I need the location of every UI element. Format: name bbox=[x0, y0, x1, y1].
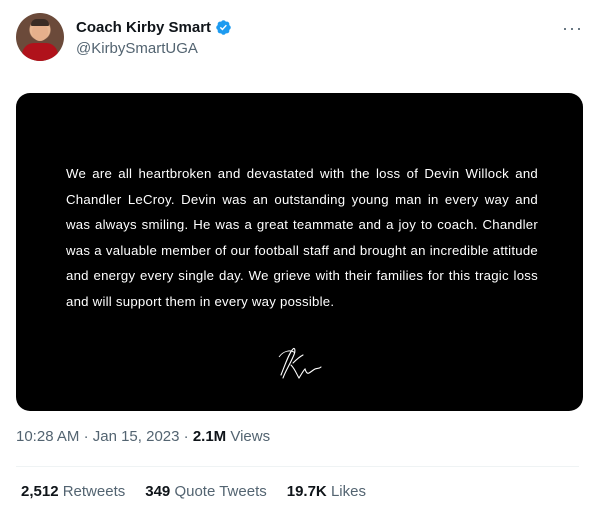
statement-text: We are all heartbroken and devastated wi… bbox=[66, 166, 538, 309]
quotes-count: 349 bbox=[145, 483, 171, 500]
verified-badge-icon bbox=[216, 20, 231, 35]
quotes-label: Quote Tweets bbox=[174, 483, 267, 500]
tweet-date[interactable]: Jan 15, 2023 bbox=[93, 428, 180, 445]
views-count: 2.1M bbox=[192, 428, 227, 445]
quotes-stat[interactable]: 349 Quote Tweets bbox=[145, 483, 266, 500]
views-label: Views bbox=[230, 428, 271, 445]
retweets-count: 2,512 bbox=[21, 483, 59, 500]
avatar-shirt bbox=[22, 43, 58, 61]
meta-separator: · bbox=[83, 428, 89, 445]
retweets-label: Retweets bbox=[62, 483, 126, 500]
divider bbox=[16, 466, 579, 467]
avatar-hair bbox=[31, 19, 49, 26]
author-block: Coach Kirby Smart @KirbySmartUGA bbox=[76, 18, 232, 58]
handle[interactable]: @KirbySmartUGA bbox=[76, 39, 232, 58]
likes-label: Likes bbox=[330, 483, 366, 500]
signature-icon bbox=[278, 347, 322, 379]
likes-stat[interactable]: 19.7K Likes bbox=[287, 483, 366, 500]
tweet-meta: 10:28 AM · Jan 15, 2023 · 2.1M Views bbox=[16, 428, 270, 445]
likes-count: 19.7K bbox=[286, 483, 327, 500]
more-options-icon[interactable]: ··· bbox=[562, 18, 583, 39]
retweets-stat[interactable]: 2,512 Retweets bbox=[21, 483, 125, 500]
tweet-time[interactable]: 10:28 AM bbox=[16, 428, 79, 445]
statement-image[interactable]: We are all heartbroken and devastated wi… bbox=[16, 93, 583, 411]
display-name[interactable]: Coach Kirby Smart bbox=[76, 18, 211, 37]
avatar[interactable] bbox=[16, 13, 64, 61]
meta-separator-2: · bbox=[183, 428, 189, 445]
tweet-header: Coach Kirby Smart @KirbySmartUGA ··· bbox=[16, 12, 583, 64]
engagement-stats: 2,512 Retweets 349 Quote Tweets 19.7K Li… bbox=[21, 483, 366, 500]
display-name-row[interactable]: Coach Kirby Smart bbox=[76, 18, 232, 37]
